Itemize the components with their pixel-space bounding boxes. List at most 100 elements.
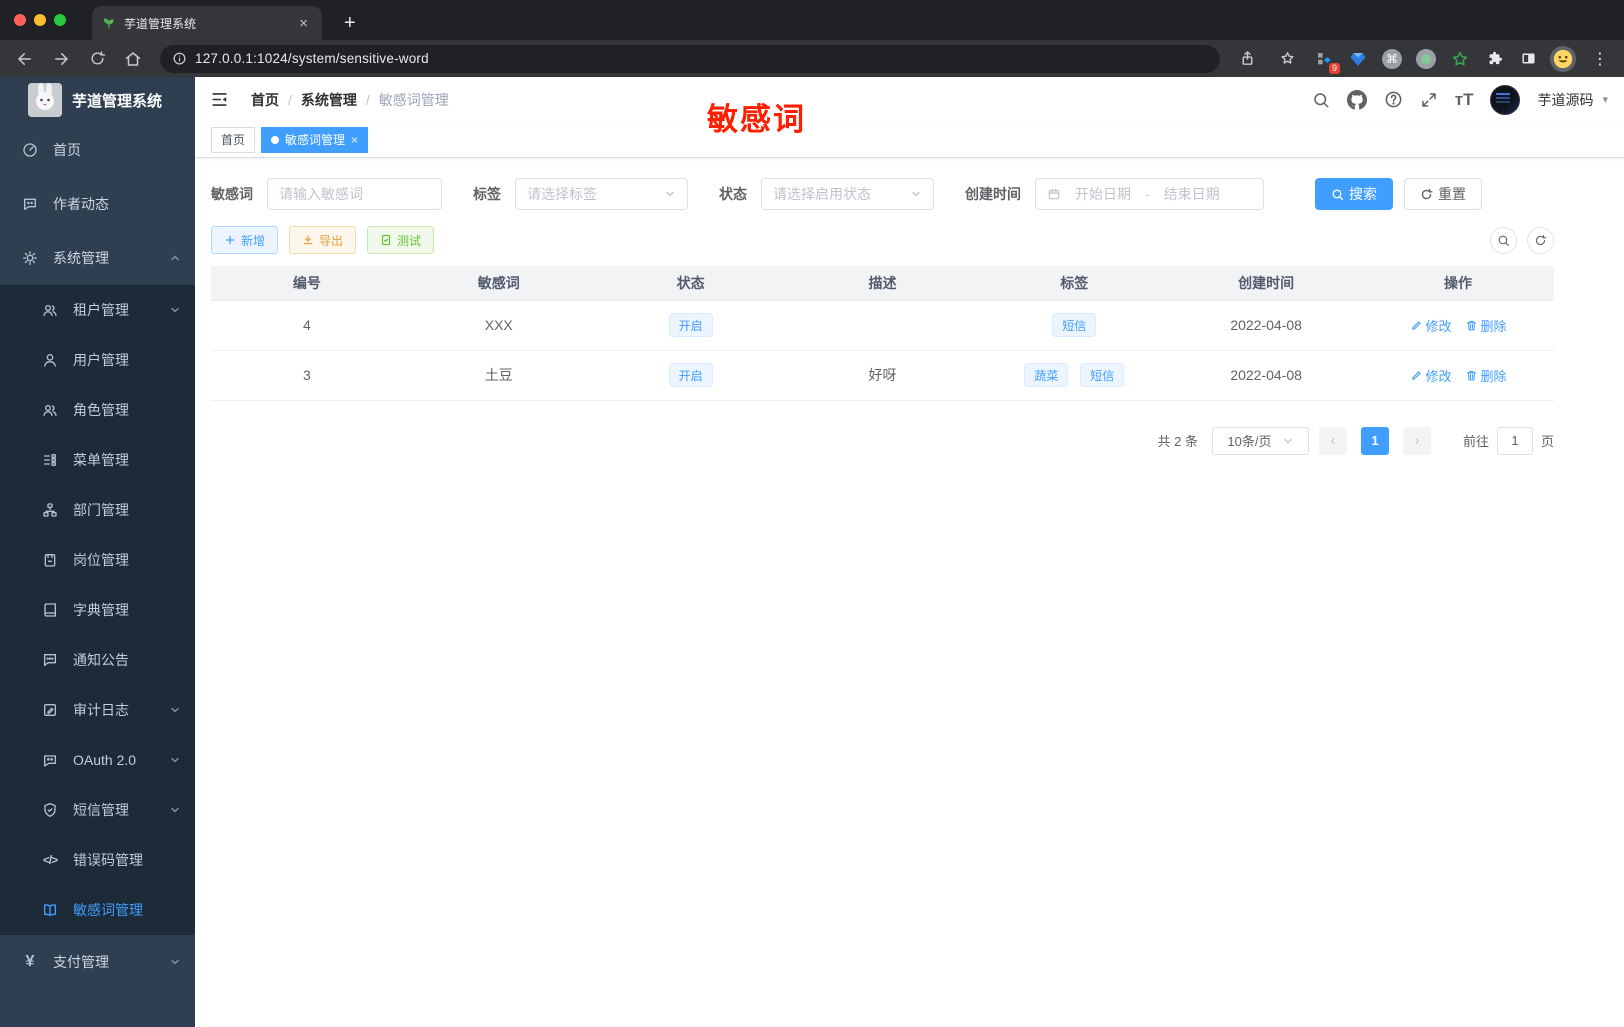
- browser-tab[interactable]: 芋道管理系统 ×: [92, 6, 322, 40]
- table-header-row: 编号 敏感词 状态 描述 标签 创建时间 操作: [211, 266, 1554, 301]
- total-count: 共 2 条: [1157, 434, 1198, 449]
- reload-icon[interactable]: [82, 45, 112, 73]
- extension-record-icon[interactable]: [1414, 47, 1438, 71]
- sidebar-item-menu[interactable]: 菜单管理: [0, 435, 195, 485]
- sidebar-item-notice[interactable]: 通知公告: [0, 635, 195, 685]
- sidebar-item-dept[interactable]: 部门管理: [0, 485, 195, 535]
- collapse-sidebar-icon[interactable]: [210, 90, 229, 109]
- site-info-icon[interactable]: [172, 51, 187, 66]
- chevron-down-icon: [664, 188, 676, 200]
- col-actions: 操作: [1362, 266, 1554, 301]
- edit-link[interactable]: 修改: [1410, 366, 1452, 385]
- sidebar-item-post[interactable]: 岗位管理: [0, 535, 195, 585]
- filter-status: 状态: [719, 178, 934, 210]
- sidebar-item-pay[interactable]: ¥ 支付管理: [0, 935, 195, 989]
- filter-word: 敏感词: [211, 178, 442, 210]
- breadcrumb-system[interactable]: 系统管理: [301, 90, 357, 110]
- sidebar-item-dict[interactable]: 字典管理: [0, 585, 195, 635]
- traffic-lights: [0, 0, 80, 40]
- tag-select[interactable]: [515, 178, 688, 210]
- status-select-input[interactable]: [773, 186, 906, 202]
- sidebar-item-user[interactable]: 用户管理: [0, 335, 195, 385]
- tag-sensitive-word[interactable]: 敏感词管理 ×: [261, 126, 369, 153]
- caret-down-icon[interactable]: ▾: [1602, 93, 1608, 106]
- tag-select-input[interactable]: [527, 186, 660, 202]
- navbar: 首页 / 系统管理 / 敏感词管理 тT 芋道源码 ▾: [195, 77, 1624, 122]
- sidebar-item-tenant[interactable]: 租户管理: [0, 285, 195, 335]
- side-panel-icon[interactable]: [1516, 47, 1540, 71]
- back-icon[interactable]: [10, 45, 40, 73]
- fullscreen-icon[interactable]: [1420, 91, 1438, 109]
- sidebar-item-errorcode[interactable]: </> 错误码管理: [0, 835, 195, 885]
- cell-word: 土豆: [402, 350, 595, 401]
- user-avatar[interactable]: [1490, 84, 1521, 115]
- oauth-robot-icon: [42, 752, 58, 768]
- breadcrumb-home[interactable]: 首页: [251, 90, 279, 110]
- goto-page-input[interactable]: [1496, 426, 1533, 455]
- status-select[interactable]: [761, 178, 934, 210]
- refresh-button[interactable]: [1527, 226, 1554, 254]
- tags-view: 首页 敏感词管理 ×: [195, 122, 1624, 158]
- extension-grid-icon[interactable]: 9: [1312, 47, 1340, 74]
- sidebar-item-role[interactable]: 角色管理: [0, 385, 195, 435]
- cell-create-time: 2022-04-08: [1170, 300, 1363, 351]
- date-range-picker[interactable]: -: [1035, 178, 1264, 210]
- search-button[interactable]: 搜索: [1315, 178, 1393, 210]
- browser-menu-icon[interactable]: ⋮: [1586, 49, 1614, 69]
- close-window-button[interactable]: [14, 14, 26, 26]
- reset-button[interactable]: 重置: [1404, 178, 1482, 210]
- extension-command-icon[interactable]: ⌘: [1380, 47, 1404, 71]
- search-icon[interactable]: [1312, 91, 1330, 109]
- sidebar-item-sensitive-word[interactable]: 敏感词管理: [0, 885, 195, 935]
- word-input[interactable]: [279, 186, 430, 202]
- share-icon[interactable]: [1232, 45, 1262, 73]
- end-date-input[interactable]: [1155, 186, 1228, 202]
- extension-star-icon[interactable]: [1448, 47, 1472, 71]
- edit-link[interactable]: 修改: [1410, 316, 1452, 335]
- help-icon[interactable]: [1384, 90, 1403, 109]
- col-create-time: 创建时间: [1170, 266, 1363, 301]
- url-bar[interactable]: 127.0.0.1:1024/system/sensitive-word: [160, 44, 1220, 73]
- sidebar-item-author[interactable]: 作者动态: [0, 177, 195, 231]
- notice-comment-icon: [42, 652, 58, 668]
- home-icon[interactable]: [118, 45, 148, 73]
- tag-close-icon[interactable]: ×: [351, 133, 358, 147]
- sidebar-item-audit[interactable]: 审计日志: [0, 685, 195, 735]
- tag-home[interactable]: 首页: [211, 126, 256, 153]
- bookmark-star-icon[interactable]: [1272, 45, 1302, 73]
- extension-gem-icon[interactable]: [1346, 47, 1370, 71]
- profile-avatar[interactable]: [1550, 45, 1576, 72]
- sidebar-item-sms[interactable]: 短信管理: [0, 785, 195, 835]
- sidebar-logo[interactable]: 芋道管理系统: [0, 77, 195, 123]
- sidebar-item-system[interactable]: 系统管理: [0, 231, 195, 285]
- minimize-window-button[interactable]: [34, 14, 46, 26]
- cell-word: XXX: [402, 300, 595, 351]
- cell-id: 3: [211, 350, 403, 401]
- export-button[interactable]: 导出: [289, 226, 357, 254]
- page-size-select[interactable]: 10条/页: [1211, 426, 1309, 455]
- new-tab-button[interactable]: +: [338, 6, 362, 40]
- tab-title: 芋道管理系统: [124, 16, 197, 31]
- forward-icon[interactable]: [46, 45, 76, 73]
- sidebar-item-home[interactable]: 首页: [0, 123, 195, 177]
- zoom-window-button[interactable]: [54, 14, 66, 26]
- delete-link[interactable]: 删除: [1465, 316, 1507, 335]
- github-icon[interactable]: [1346, 89, 1367, 110]
- delete-link[interactable]: 删除: [1465, 366, 1507, 385]
- breadcrumb: 首页 / 系统管理 / 敏感词管理: [251, 90, 449, 110]
- chevron-down-icon: [910, 188, 922, 200]
- page-number-current[interactable]: 1: [1360, 426, 1389, 455]
- add-button[interactable]: 新增: [211, 226, 279, 254]
- prev-page-button[interactable]: ‹: [1318, 426, 1347, 455]
- username[interactable]: 芋道源码: [1537, 90, 1593, 110]
- extensions-puzzle-icon[interactable]: [1482, 47, 1506, 71]
- tab-close-icon[interactable]: ×: [295, 15, 312, 32]
- start-date-input[interactable]: [1067, 186, 1139, 202]
- next-page-button[interactable]: ›: [1402, 426, 1431, 455]
- toggle-search-button[interactable]: [1490, 226, 1517, 254]
- chevron-down-icon: [169, 304, 181, 316]
- font-size-icon[interactable]: тT: [1455, 90, 1474, 110]
- chevron-down-icon: [169, 704, 181, 716]
- test-button[interactable]: 测试: [367, 226, 435, 254]
- sidebar-item-oauth[interactable]: OAuth 2.0: [0, 735, 195, 785]
